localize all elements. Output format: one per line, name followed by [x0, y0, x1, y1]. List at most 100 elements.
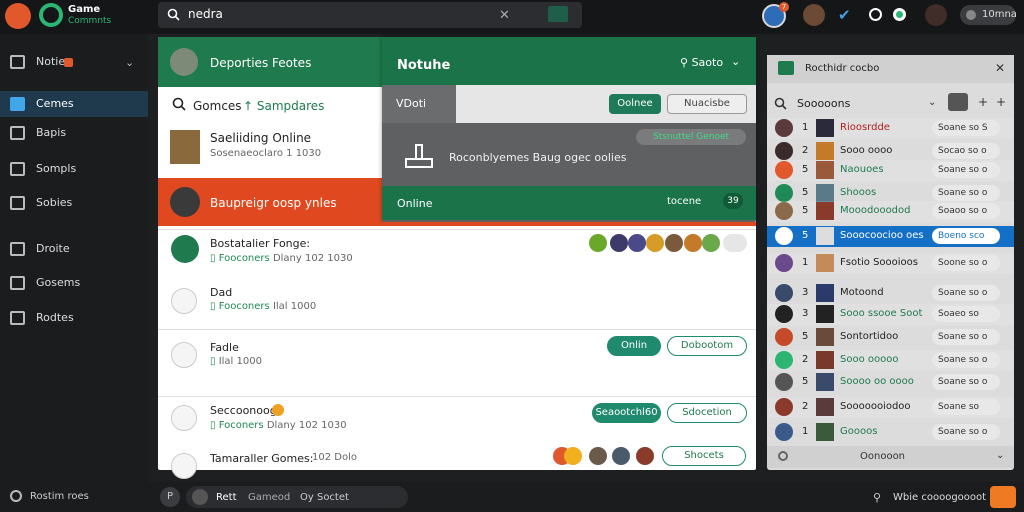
feed-avatar[interactable]: [170, 48, 198, 76]
score-pill[interactable]: Soaeo so: [932, 306, 1000, 322]
avatar[interactable]: [171, 405, 197, 431]
player-name[interactable]: Motoond: [840, 287, 884, 298]
feed-item-title[interactable]: Fadle: [210, 341, 239, 354]
score-pill[interactable]: Soane so S: [932, 120, 1000, 136]
app-logo-icon[interactable]: [5, 3, 31, 29]
player-name[interactable]: Fsotio Soooioos: [840, 257, 918, 268]
feed-item-title[interactable]: Bostatalier Fonge:: [210, 237, 310, 250]
player-avatar[interactable]: [646, 234, 664, 252]
player-name[interactable]: Shooos: [840, 187, 876, 198]
divider: [382, 222, 756, 226]
sidebar-item-drive[interactable]: Droite: [0, 236, 148, 262]
category-link[interactable]: ↑ Sampdares: [243, 99, 324, 113]
player-avatar[interactable]: [589, 447, 607, 465]
game-avatar[interactable]: [171, 235, 199, 263]
player-name[interactable]: Soooo oo oooo: [840, 376, 914, 387]
sidebar-item-label: Sobies: [36, 196, 73, 209]
player-avatar[interactable]: [612, 447, 630, 465]
online-button[interactable]: Oolnee: [609, 94, 661, 114]
feed-item-title[interactable]: Seccoonoog: [210, 404, 277, 417]
player-avatar[interactable]: [628, 234, 646, 252]
sidebar-item-groups[interactable]: Gosems: [0, 270, 148, 296]
score-pill[interactable]: Soane so o: [932, 162, 1000, 178]
user-avatar[interactable]: [925, 4, 947, 26]
sidebar-item-store[interactable]: Sompls: [0, 156, 148, 182]
player-avatar[interactable]: [564, 447, 582, 465]
footer-link[interactable]: tocene: [667, 196, 701, 207]
feed-item-title[interactable]: Dad: [210, 286, 232, 299]
help-text[interactable]: Wbie coooogoooot: [893, 492, 986, 503]
sidebar-item-stories[interactable]: Sobies: [0, 190, 148, 216]
search-online-button[interactable]: Seaootchl60: [592, 403, 661, 423]
pin-icon[interactable]: +: [996, 95, 1006, 109]
score-pill[interactable]: Soane so o: [932, 352, 1000, 368]
player-avatar[interactable]: [665, 234, 683, 252]
leaderboard-search-label[interactable]: Sooooons: [797, 97, 850, 110]
avatar[interactable]: [171, 342, 197, 368]
rank-number: 5: [802, 164, 809, 175]
chevron-down-icon[interactable]: ⌄: [996, 450, 1004, 461]
secondary-button[interactable]: Nuacisbe: [667, 94, 747, 114]
action-button[interactable]: [990, 486, 1016, 508]
online-status-icon[interactable]: [893, 8, 906, 21]
player-name[interactable]: Sooocoocioo oes: [840, 230, 924, 241]
player-avatar[interactable]: [702, 234, 720, 252]
sidebar-item-games[interactable]: Cemes: [0, 91, 148, 117]
clear-search-icon[interactable]: ✕: [499, 8, 510, 23]
chevron-down-icon[interactable]: ⌄: [731, 55, 740, 68]
score-pill[interactable]: Boeno sco: [932, 228, 1000, 244]
player-name[interactable]: Goooos: [840, 426, 877, 437]
player-avatar[interactable]: [684, 234, 702, 252]
search-icon[interactable]: [172, 97, 186, 111]
game-thumbnail[interactable]: [170, 130, 200, 164]
game-title[interactable]: Saeliiding Online: [210, 131, 311, 145]
score-pill[interactable]: Soane so o: [932, 329, 1000, 345]
score-pill[interactable]: Soane so o: [932, 185, 1000, 201]
player-name[interactable]: Sooo ssooe Soot: [840, 308, 922, 319]
tool-button[interactable]: [948, 93, 968, 111]
download-button[interactable]: Dobootom: [667, 336, 747, 356]
player-name[interactable]: Mooodooodod: [840, 205, 911, 216]
select-button[interactable]: Sdocetion: [667, 403, 747, 423]
player-avatar[interactable]: [636, 447, 654, 465]
search-value[interactable]: nedra: [188, 7, 223, 21]
more-players-button[interactable]: [723, 234, 747, 252]
refresh-icon[interactable]: [778, 451, 788, 461]
status-ring-icon[interactable]: [869, 8, 882, 21]
player-avatar[interactable]: [589, 234, 607, 252]
feed-item-title[interactable]: Tamaraller Gomes:: [210, 452, 313, 465]
player-name[interactable]: Rioosrdde: [840, 122, 890, 133]
chevron-down-icon[interactable]: ⌄: [928, 97, 936, 108]
filter-button[interactable]: [548, 6, 568, 22]
player-name[interactable]: Sooo oooo: [840, 145, 892, 156]
score-pill[interactable]: Socao so o: [932, 143, 1000, 159]
score-pill[interactable]: Soane so: [932, 399, 1000, 415]
tab-view[interactable]: VDoti: [382, 85, 456, 123]
player-name[interactable]: Naouoes: [840, 164, 884, 175]
add-icon[interactable]: +: [978, 95, 988, 109]
avatar[interactable]: [171, 453, 197, 479]
help-icon[interactable]: ⚲: [873, 491, 881, 504]
sort-dropdown[interactable]: ⚲ Saoto: [680, 56, 723, 69]
online-button[interactable]: Onlin: [607, 336, 661, 356]
score-pill[interactable]: Soane so o: [932, 424, 1000, 440]
close-icon[interactable]: ✕: [995, 61, 1005, 75]
score-pill[interactable]: Soone so o: [932, 255, 1000, 271]
verified-check-icon[interactable]: ✔: [838, 8, 851, 23]
score-pill[interactable]: Soane so o: [932, 285, 1000, 301]
score-pill[interactable]: Soane so o: [932, 374, 1000, 390]
friend-avatar[interactable]: [803, 4, 825, 26]
search-icon[interactable]: [774, 97, 787, 110]
player-name[interactable]: Sontortidoo: [840, 331, 898, 342]
chevron-down-icon[interactable]: ⌄: [125, 56, 134, 69]
avatar[interactable]: [171, 288, 197, 314]
player-avatar[interactable]: [610, 234, 628, 252]
player-name[interactable]: Sooooooiodoo: [840, 401, 911, 412]
share-button[interactable]: Shocets: [662, 446, 746, 466]
sidebar-item-settings[interactable]: Rodtes: [0, 305, 148, 331]
profile-button[interactable]: P: [160, 487, 180, 507]
sidebar-item-library[interactable]: Bapis: [0, 120, 148, 146]
score-pill[interactable]: Soaoo so o: [932, 203, 1000, 219]
player-name[interactable]: Sooo ooooo: [840, 354, 898, 365]
leaderboard-footer-text[interactable]: Oonooon: [860, 451, 905, 462]
